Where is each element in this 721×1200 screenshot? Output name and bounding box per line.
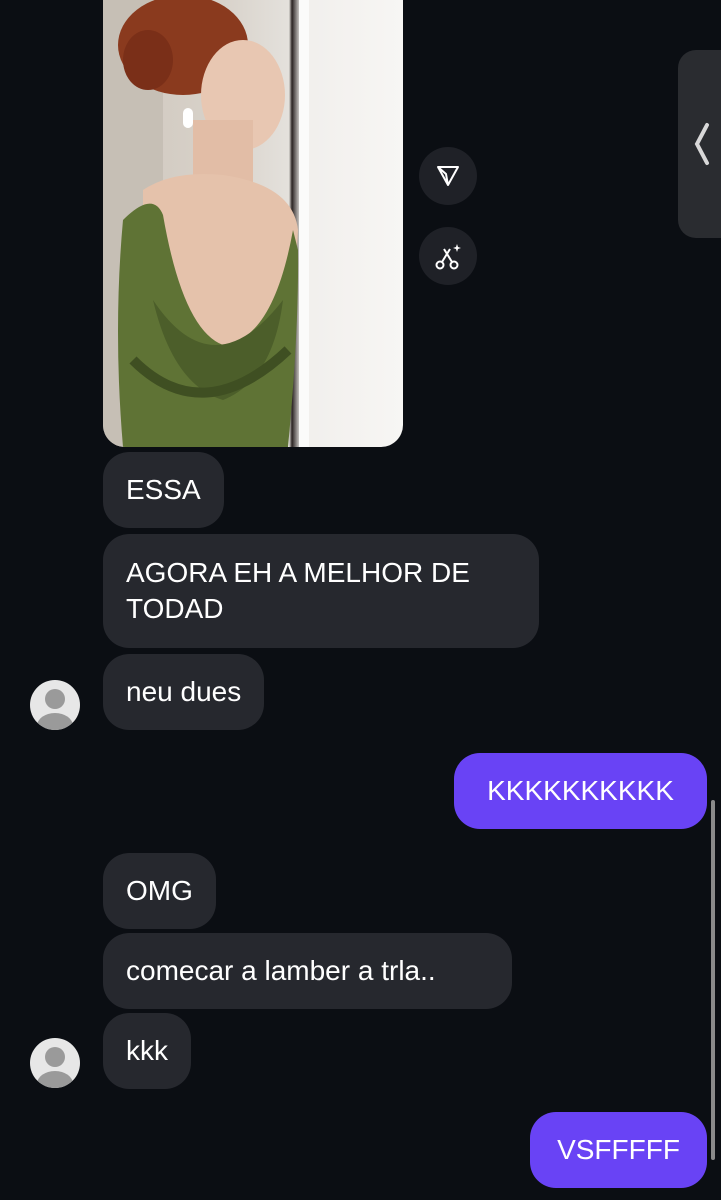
message-text: neu dues [126,676,242,707]
message-bubble-outgoing[interactable]: VSFFFFF [530,1112,707,1188]
message-text: OMG [126,875,193,906]
message-text: AGORA EH A MELHOR DE [126,557,470,588]
message-text: kkk [126,1035,168,1066]
person-icon [37,1047,73,1088]
scrollbar[interactable] [711,800,715,1160]
person-icon [37,689,73,730]
message-text: comecar a lamber a trla.. [126,955,436,986]
message-bubble-incoming[interactable]: kkk [103,1013,191,1089]
message-text: ESSA [126,474,201,505]
edge-panel-handle[interactable] [678,50,721,238]
message-bubble-incoming[interactable]: ESSA [103,452,224,528]
message-bubble-incoming[interactable]: neu dues [103,654,265,730]
message-bubble-incoming[interactable]: OMG [103,853,216,929]
photo-image [103,0,309,447]
edit-photo-button[interactable] [419,227,477,285]
message-text: KKKKKKKKKK [487,775,674,806]
message-bubble-outgoing[interactable]: KKKKKKKKKK [454,753,707,829]
chevron-left-icon [694,123,709,165]
avatar[interactable] [30,1038,80,1088]
message-bubble-incoming[interactable]: AGORA EH A MELHOR DE TODAD [103,534,539,648]
shared-photo[interactable] [103,0,403,447]
send-icon [437,166,459,186]
share-button[interactable] [419,147,477,205]
message-bubble-incoming[interactable]: comecar a lamber a trla.. [103,933,512,1009]
sparkle-scissors-icon [435,244,461,270]
message-text: TODAD [126,593,224,624]
avatar[interactable] [30,680,80,730]
message-text: VSFFFFF [557,1134,680,1165]
